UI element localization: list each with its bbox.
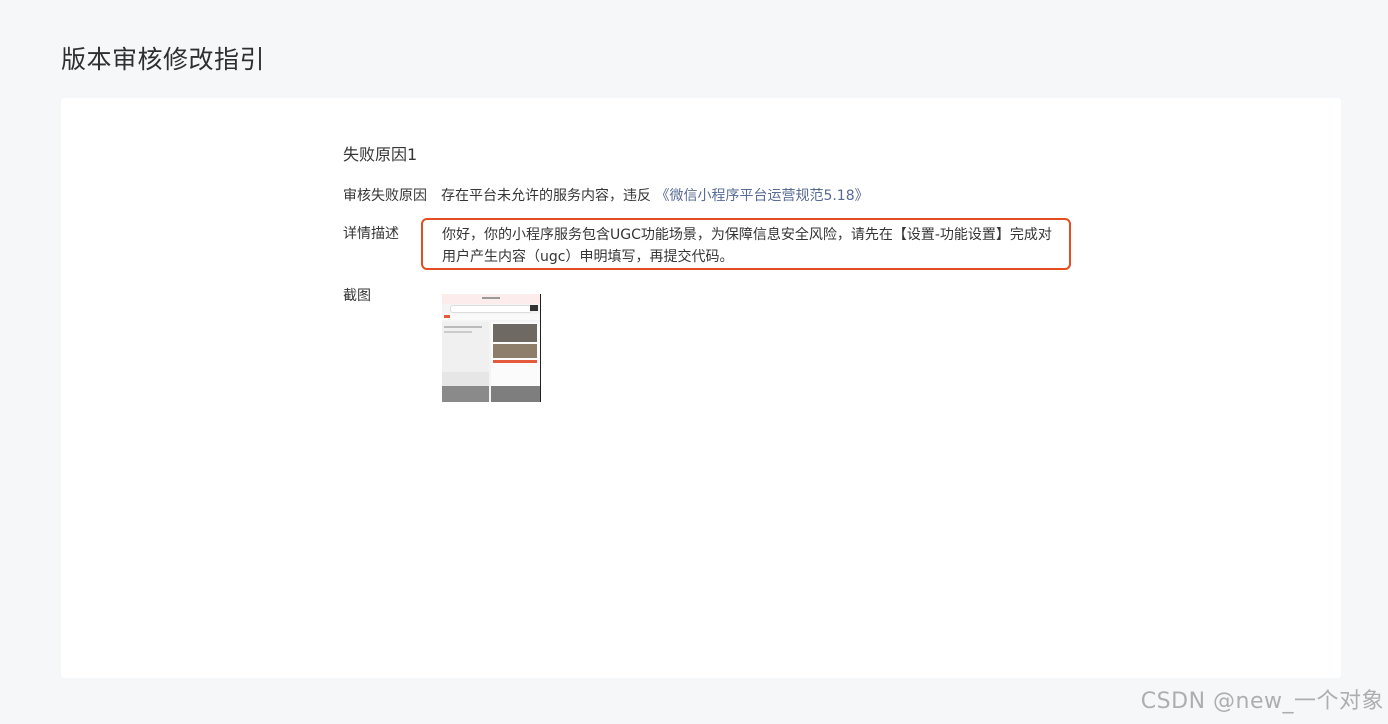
thumb-tabs — [442, 314, 540, 320]
screenshot-label: 截图 — [343, 288, 371, 304]
thumb-search-button — [530, 305, 538, 311]
policy-link[interactable]: 《微信小程序平台运营规范5.18》 — [655, 188, 868, 204]
failure-section-title: 失败原因1 — [343, 145, 418, 164]
watermark: CSDN @new_一个对象 — [1140, 689, 1384, 714]
detail-line-2: 用户产生内容（ugc）申明填写，再提交代码。 — [442, 249, 734, 265]
thumb-right-column — [491, 322, 540, 402]
page-title: 版本审核修改指引 — [61, 45, 266, 74]
reason-text: 存在平台未允许的服务内容，违反 — [441, 188, 656, 204]
thumb-search-bar — [450, 305, 532, 313]
detail-label: 详情描述 — [343, 226, 399, 242]
thumb-topbar — [442, 294, 540, 304]
review-guide-card: 失败原因1 审核失败原因 存在平台未允许的服务内容，违反 《微信小程序平台运营规… — [61, 98, 1341, 678]
screenshot-thumbnail[interactable] — [442, 294, 541, 402]
detail-description-highlight: 你好，你的小程序服务包含UGC功能场景，为保障信息安全风险，请先在【设置-功能设… — [421, 218, 1071, 270]
thumb-active-tab — [444, 315, 450, 318]
detail-line-1: 你好，你的小程序服务包含UGC功能场景，为保障信息安全风险，请先在【设置-功能设… — [442, 227, 1052, 243]
reason-label: 审核失败原因 — [343, 188, 427, 204]
thumb-left-column — [442, 322, 489, 402]
reason-value: 存在平台未允许的服务内容，违反 《微信小程序平台运营规范5.18》 — [441, 185, 869, 207]
